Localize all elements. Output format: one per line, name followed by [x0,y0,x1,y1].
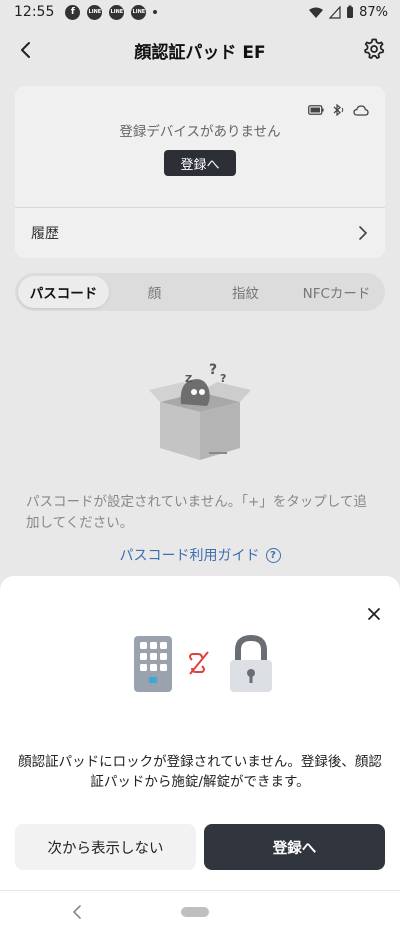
battery-status-icon [308,105,324,115]
tab-passcode[interactable]: パスコード [18,276,109,308]
empty-state-message: パスコードが設定されていません。「+」をタップして追加してください。 [26,494,367,531]
gear-icon[interactable] [362,37,386,61]
help-circle-icon: ? [265,547,281,563]
credential-tabs: パスコード 顔 指紋 NFCカード [15,273,385,311]
empty-box-illustration: Z ? ? [149,362,251,460]
status-right: 87% [308,5,388,20]
nav-back-icon[interactable] [70,904,86,920]
back-arrow-icon[interactable] [14,38,38,62]
app-header: 顔認証パッド EF [0,24,400,76]
register-device-button[interactable]: 登録へ [164,150,236,176]
tab-nfc-card[interactable]: NFCカード [291,276,382,308]
system-nav-bar [0,890,400,935]
keypad-lock-unlinked-illustration [134,634,272,692]
sheet-message: 顔認証パッドにロックが登録されていません。登録後、顔認証パッドから施錠/解錠がで… [18,754,382,790]
battery-percent: 87% [359,4,388,20]
passcode-guide-link[interactable]: パスコード利用ガイド ? [0,545,400,565]
svg-text:?: ? [209,362,217,378]
battery-icon [347,5,354,18]
guide-link-label: パスコード利用ガイド [119,548,260,564]
signal-icon [329,5,341,19]
lock-registration-sheet: 顔認証パッドにロックが登録されていません。登録後、顔認証パッドから施錠/解錠がで… [0,576,400,890]
line-icon: LINE [109,4,125,20]
tab-face[interactable]: 顔 [109,276,200,308]
svg-text:?: ? [220,372,226,385]
more-notifications-dot [153,10,158,14]
bluetooth-icon [333,104,344,116]
no-device-text: 登録デバイスがありません [119,124,281,140]
device-card: 登録デバイスがありません 登録へ 履歴 [15,86,385,258]
page-title: 顔認証パッド EF [134,42,266,63]
svg-text:Z: Z [185,374,192,385]
status-left: 12:55 f LINE LINE LINE [14,4,158,20]
device-status-icons [308,104,369,116]
close-icon[interactable] [364,604,384,624]
facebook-icon: f [65,4,81,20]
chevron-right-icon [359,226,368,240]
history-label: 履歴 [31,226,59,242]
history-row[interactable]: 履歴 [15,208,385,258]
cloud-icon [353,104,369,116]
wifi-icon [309,7,324,18]
status-time: 12:55 [14,4,55,20]
tab-fingerprint[interactable]: 指紋 [200,276,291,308]
dont-show-again-button[interactable]: 次から表示しない [15,824,196,870]
line-icon: LINE [87,4,103,20]
register-lock-button[interactable]: 登録へ [204,824,385,870]
line-icon: LINE [131,4,147,20]
status-bar: 12:55 f LINE LINE LINE 87% [0,0,400,24]
home-pill[interactable] [181,907,209,917]
